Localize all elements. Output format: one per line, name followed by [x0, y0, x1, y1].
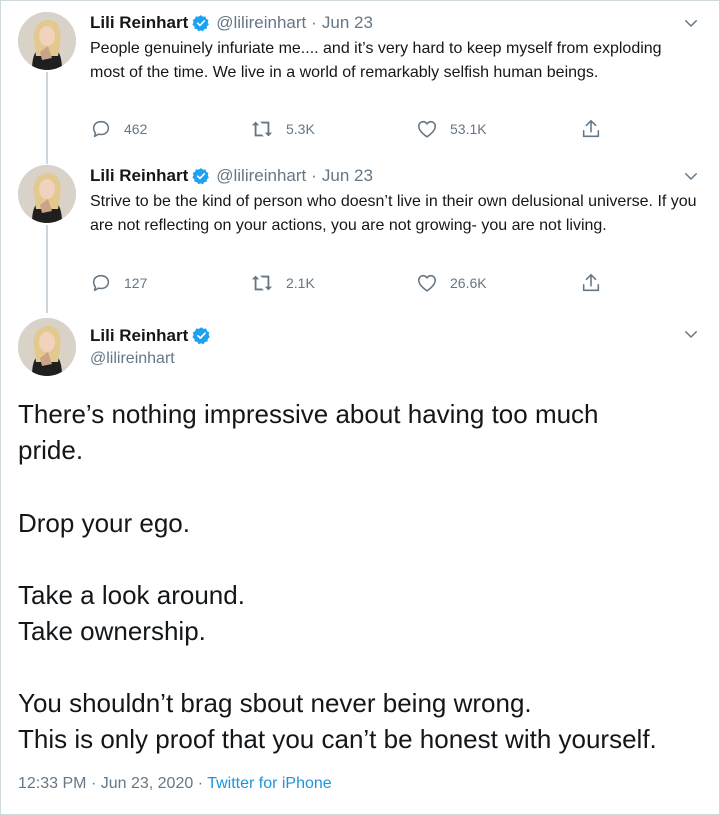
avatar[interactable] — [18, 12, 76, 70]
like-count: 26.6K — [450, 275, 487, 291]
author-name[interactable]: Lili Reinhart — [90, 13, 188, 32]
like-button[interactable]: 53.1K — [416, 118, 487, 140]
verified-badge-icon — [192, 14, 210, 38]
share-button[interactable] — [580, 272, 614, 294]
share-button[interactable] — [580, 118, 614, 140]
tweet-header: Lili Reinhart @lilireinhart · Jun 23 — [90, 165, 373, 191]
retweet-count: 2.1K — [286, 275, 315, 291]
reply-count: 127 — [124, 275, 148, 291]
tweet-actions: 462 5.3K 53.1K — [90, 118, 610, 142]
chevron-down-icon[interactable] — [682, 167, 700, 190]
heart-icon — [417, 120, 437, 138]
author-name[interactable]: Lili Reinhart — [90, 166, 188, 185]
author-handle[interactable]: @lilireinhart — [216, 13, 306, 32]
retweet-icon — [251, 275, 273, 291]
heart-icon — [417, 274, 437, 292]
reply-count: 462 — [124, 121, 148, 137]
thread-tweet-1[interactable]: Lili Reinhart @lilireinhart · Jun 23 People… — [0, 0, 720, 164]
reply-icon — [92, 274, 110, 292]
thread-connector — [46, 72, 48, 164]
thread-connector — [46, 225, 48, 313]
like-count: 53.1K — [450, 121, 487, 137]
share-icon — [582, 119, 600, 138]
author-handle[interactable]: @lilireinhart — [216, 166, 306, 185]
tweet-actions: 127 2.1K 26.6K — [90, 272, 610, 296]
tweet-text: People genuinely infuriate me.... and it… — [90, 40, 662, 81]
retweet-icon — [251, 121, 273, 137]
tweet-text: Strive to be the kind of person who does… — [90, 193, 697, 234]
share-icon — [582, 273, 600, 292]
tweet-date[interactable]: Jun 23 — [322, 166, 373, 185]
chevron-down-icon[interactable] — [682, 14, 700, 37]
separator-dot: · — [311, 166, 317, 185]
tweet-date[interactable]: Jun 23 — [322, 13, 373, 32]
retweet-button[interactable]: 2.1K — [250, 272, 315, 294]
retweet-count: 5.3K — [286, 121, 315, 137]
verified-badge-icon — [192, 167, 210, 191]
tweet-header: Lili Reinhart @lilireinhart · Jun 23 — [90, 12, 373, 38]
reply-button[interactable]: 462 — [90, 118, 147, 140]
reply-icon — [92, 120, 110, 138]
avatar[interactable] — [18, 165, 76, 223]
like-button[interactable]: 26.6K — [416, 272, 487, 294]
retweet-button[interactable]: 5.3K — [250, 118, 315, 140]
reply-button[interactable]: 127 — [90, 272, 147, 294]
separator-dot: · — [311, 13, 317, 32]
thread-tweet-2[interactable]: Lili Reinhart @lilireinhart · Jun 23 Strive… — [0, 153, 720, 313]
